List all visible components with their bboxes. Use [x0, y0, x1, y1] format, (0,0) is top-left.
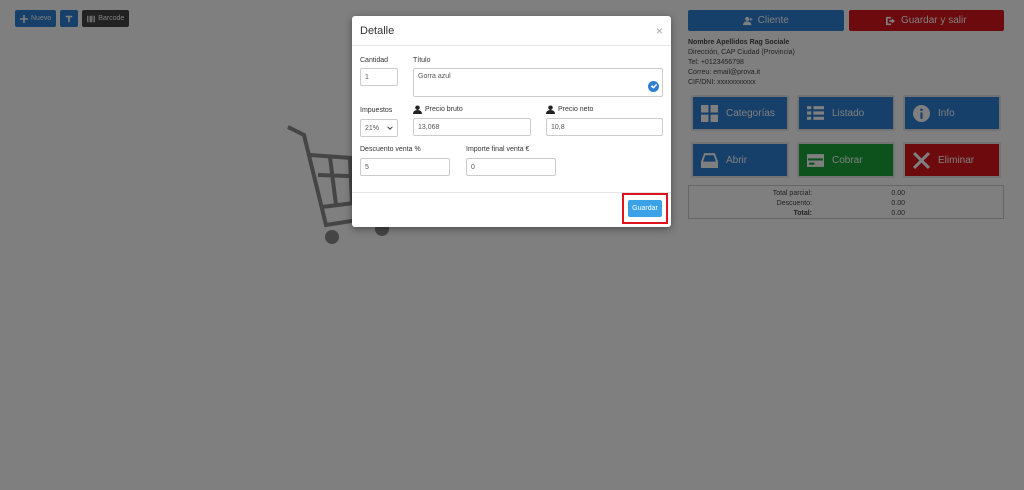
discount-percent-value: 5 [365, 163, 369, 171]
save-button[interactable]: Guardar [628, 200, 662, 217]
tax-value: 21% [365, 124, 380, 132]
quantity-input[interactable]: 1 [360, 68, 398, 86]
gross-price-label-wrap: Precio bruto [413, 105, 463, 114]
detail-modal: Detalle × Cantidad 1 Título Gorra azul I… [352, 16, 671, 227]
gross-price-label: Precio bruto [425, 106, 463, 113]
title-label: Título [413, 57, 431, 64]
gross-price-input[interactable]: 13,068 [413, 118, 531, 136]
quantity-value: 1 [365, 73, 369, 81]
modal-title: Detalle [360, 24, 395, 37]
quantity-label: Cantidad [360, 57, 389, 64]
title-value: Gorra azul [418, 73, 451, 80]
net-price-label-wrap: Precio neto [546, 105, 593, 114]
net-price-value: 10,8 [551, 123, 565, 131]
user-icon [413, 105, 422, 114]
modal-header: Detalle × [352, 16, 671, 46]
final-amount-label: Importe final venta € [466, 146, 530, 153]
check-icon [648, 81, 659, 92]
final-amount-input[interactable]: 0 [466, 158, 556, 176]
close-icon[interactable]: × [656, 24, 663, 38]
title-textarea[interactable]: Gorra azul [413, 68, 663, 97]
discount-percent-input[interactable]: 5 [360, 158, 450, 176]
net-price-input[interactable]: 10,8 [546, 118, 663, 136]
net-price-label: Precio neto [558, 106, 594, 113]
gross-price-value: 13,068 [418, 123, 440, 131]
chevron-down-icon [387, 126, 393, 130]
final-amount-value: 0 [471, 163, 475, 171]
discount-percent-label: Descuento venta % [360, 146, 421, 153]
user-icon [546, 105, 555, 114]
tax-label: Impuestos [360, 107, 393, 114]
save-button-highlight: Guardar [622, 193, 668, 224]
tax-select[interactable]: 21% [360, 119, 398, 137]
